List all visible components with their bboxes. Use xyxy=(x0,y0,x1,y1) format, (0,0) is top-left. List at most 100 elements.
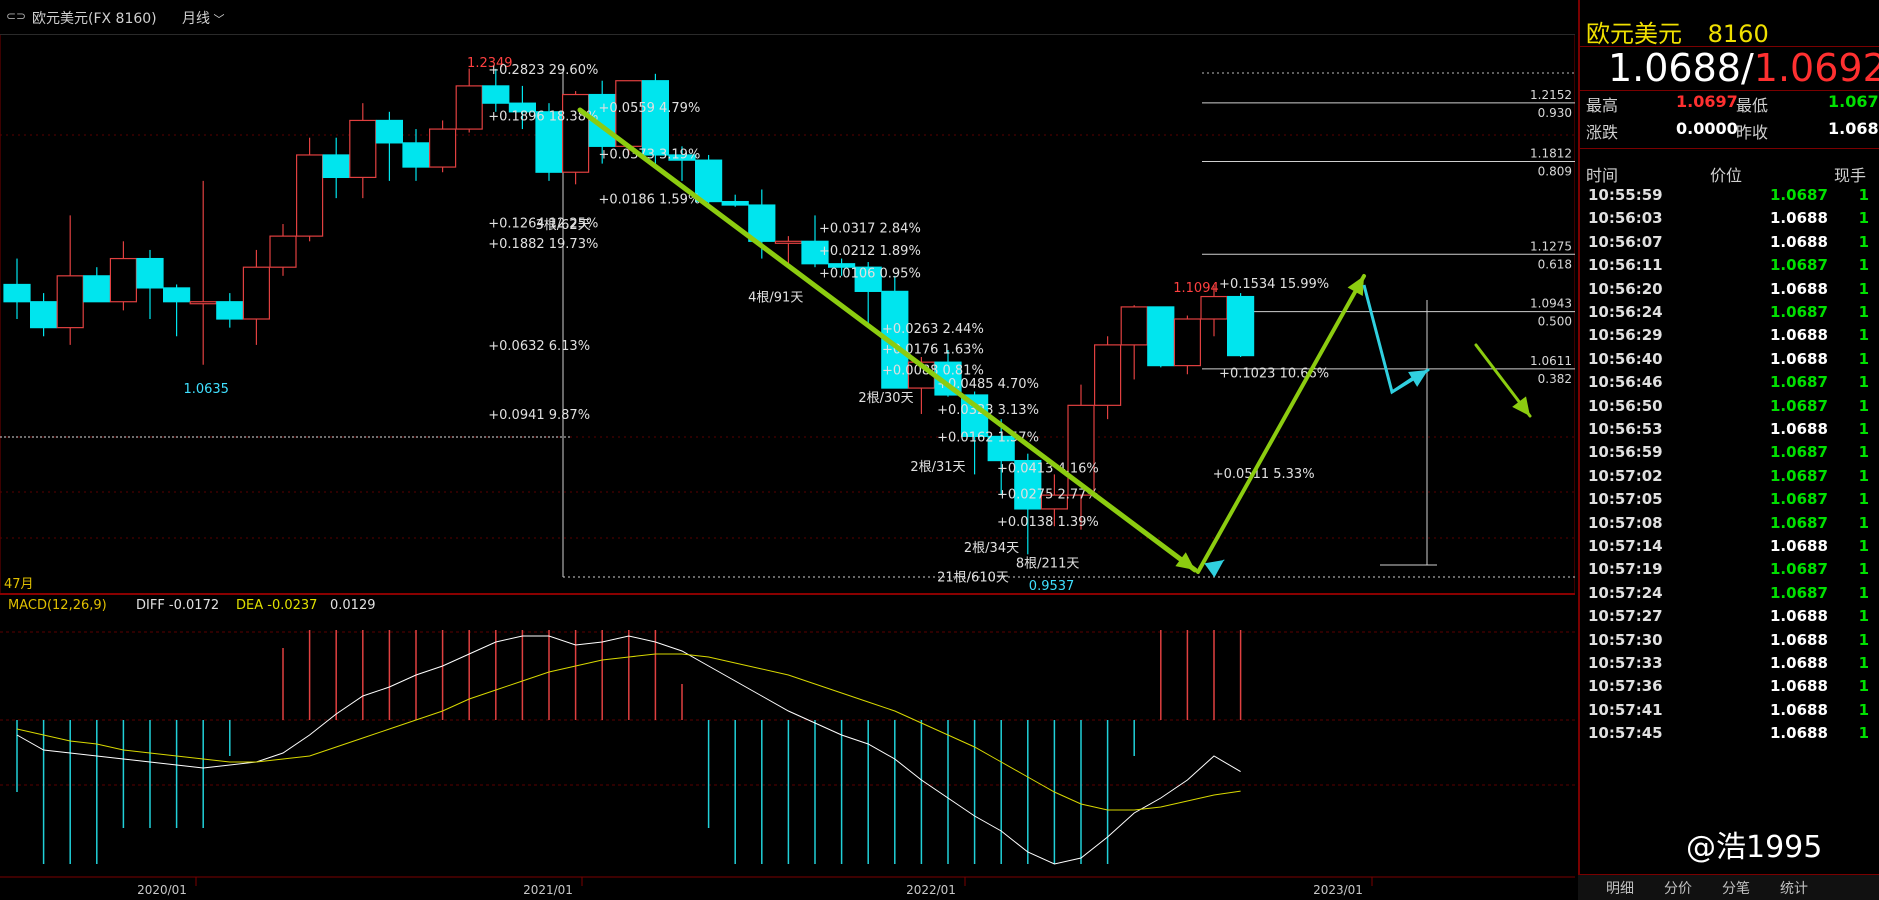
candle-body xyxy=(774,240,803,244)
measure-annotation: +0.0511 5.33% xyxy=(1213,467,1315,482)
tick-price: 1.0688 xyxy=(1770,420,1828,438)
candle-body xyxy=(1173,318,1202,367)
tick-time: 10:57:02 xyxy=(1588,466,1663,485)
high-price-label: 1.1094 xyxy=(1173,281,1219,296)
tick-time: 10:56:46 xyxy=(1588,373,1663,392)
tick-time: 10:57:05 xyxy=(1588,490,1663,509)
tab-trades[interactable]: 分笔 xyxy=(1722,878,1750,898)
tick-volume: 1 xyxy=(1858,396,1869,415)
tick-time: 10:57:45 xyxy=(1588,724,1663,743)
tick-volume: 1 xyxy=(1858,349,1869,368)
low-price-label: 1.0635 xyxy=(183,382,229,397)
tick-volume: 1 xyxy=(1858,303,1869,321)
measure-annotation: +0.0275 2.77% xyxy=(997,488,1099,503)
tick-price: 1.0688 xyxy=(1770,232,1828,251)
candle-body xyxy=(482,85,510,104)
high-label: 最高 xyxy=(1586,96,1619,115)
low-label: 最低 xyxy=(1736,96,1769,115)
candle-body xyxy=(242,266,270,320)
panel-tabs: 明细 分价 分笔 统计 xyxy=(1578,874,1879,900)
measure-annotation: +0.1882 19.73% xyxy=(488,237,598,252)
tick-volume: 1 xyxy=(1858,373,1869,392)
tick-time: 10:57:33 xyxy=(1588,654,1663,672)
tab-detail[interactable]: 明细 xyxy=(1606,878,1634,898)
tick-price: 1.0688 xyxy=(1770,607,1828,626)
tick-volume: 1 xyxy=(1858,537,1869,555)
chart-header: ⊂⊃ 欧元美元(FX 8160) 月线 ﹀ xyxy=(0,0,1575,35)
period-selector[interactable]: 月线 ﹀ xyxy=(182,8,225,28)
x-axis-tick-label: 2023/01 xyxy=(1313,883,1363,897)
low-price-label: 0.9537 xyxy=(1029,579,1075,594)
tick-price: 1.0687 xyxy=(1770,560,1828,579)
tick-list[interactable]: 10:55:59 1.0687 1 10:56:03 1.0688 1 10:56:07 1.… xyxy=(1580,186,1879,870)
candle-body xyxy=(1093,344,1122,406)
tick-time: 10:57:24 xyxy=(1588,583,1663,602)
low-value: 1.0678 xyxy=(1828,92,1879,111)
tick-price: 1.0688 xyxy=(1770,700,1828,719)
tick-time: 10:57:19 xyxy=(1588,560,1663,579)
measure-annotation: +0.0263 2.44% xyxy=(882,322,984,337)
measure-annotation: +0.0632 6.13% xyxy=(488,339,590,354)
tick-time: 10:57:36 xyxy=(1588,677,1663,696)
tick-volume: 1 xyxy=(1858,724,1869,743)
candle-body xyxy=(296,154,324,237)
tick-price: 1.0688 xyxy=(1770,537,1828,555)
candle-body xyxy=(561,93,590,173)
chart-area: 1.2152 0.930 1.1812 0.809 1.1275 0.618 1.0943 0… xyxy=(0,33,1575,897)
prev-close-value: 1.0688 xyxy=(1828,119,1879,138)
tick-price: 1.0687 xyxy=(1770,396,1828,415)
col-volume-header: 现手 xyxy=(1834,166,1867,185)
tick-time: 10:56:03 xyxy=(1588,209,1663,228)
x-axis-tick-label: 2021/01 xyxy=(523,883,573,897)
prev-close-label: 昨收 xyxy=(1736,123,1769,142)
tick-price: 1.0688 xyxy=(1770,677,1828,696)
fib-price-label: 1.1812 xyxy=(1530,147,1572,161)
fib-ratio-label: 0.809 xyxy=(1538,165,1572,179)
tick-volume: 1 xyxy=(1858,420,1869,438)
candle-body xyxy=(163,287,191,303)
uptrend-arrow xyxy=(1196,274,1366,574)
fib-ratio-label: 0.382 xyxy=(1538,372,1572,386)
tick-price: 1.0688 xyxy=(1770,630,1828,649)
measure-annotation: 21根/610天 xyxy=(937,570,1009,585)
tick-price: 1.0687 xyxy=(1770,443,1828,462)
forecast-arrow-head xyxy=(1512,396,1530,416)
candle-body xyxy=(455,85,483,130)
tick-time: 10:56:59 xyxy=(1588,443,1663,462)
tick-time: 10:56:20 xyxy=(1588,279,1663,298)
measure-annotation: +0.1534 15.99% xyxy=(1219,277,1329,292)
tick-row: 10:57:45 1.0688 1 xyxy=(1580,724,1879,752)
tab-price-dist[interactable]: 分价 xyxy=(1664,878,1692,898)
candle-body xyxy=(109,257,138,303)
quote-panel: 欧元美元 8160 1.0688/1.0692 最高 1.0697 最低 1.0… xyxy=(1578,0,1879,899)
fib-price-label: 1.0943 xyxy=(1530,297,1572,311)
tick-volume: 1 xyxy=(1858,654,1869,672)
tick-time: 10:56:07 xyxy=(1588,232,1663,251)
candle-body xyxy=(1120,306,1148,346)
candle-body xyxy=(402,142,430,168)
back-arrow-icon[interactable]: ⊂⊃ xyxy=(6,9,26,23)
fib-ratio-label: 0.618 xyxy=(1538,257,1572,271)
fib-ratio-label: 0.500 xyxy=(1538,315,1572,329)
tick-time: 10:57:27 xyxy=(1588,607,1663,626)
tick-volume: 1 xyxy=(1858,490,1869,509)
x-axis-tick-label: 2020/01 xyxy=(137,883,187,897)
symbol-title: 欧元美元(FX 8160) xyxy=(32,11,157,27)
tick-price: 1.0687 xyxy=(1770,490,1828,509)
candle-body xyxy=(3,283,31,303)
tick-price: 1.0688 xyxy=(1770,279,1828,298)
tick-price: 1.0688 xyxy=(1770,326,1828,345)
change-value: 0.0000 xyxy=(1676,119,1738,138)
tab-stats[interactable]: 统计 xyxy=(1780,878,1808,898)
tick-volume: 1 xyxy=(1858,326,1869,345)
tick-time: 10:56:53 xyxy=(1588,420,1663,438)
change-label: 涨跌 xyxy=(1586,123,1619,142)
tick-price: 1.0688 xyxy=(1770,349,1828,368)
measure-annotation: 2根/34天 xyxy=(964,541,1019,556)
measure-annotation: 8根/211天 xyxy=(1016,557,1079,572)
tick-volume: 1 xyxy=(1858,513,1869,532)
tick-volume: 1 xyxy=(1858,256,1869,275)
tick-price: 1.0687 xyxy=(1770,303,1828,321)
candle-body xyxy=(748,204,776,242)
measure-annotation: +0.0212 1.89% xyxy=(819,244,921,259)
